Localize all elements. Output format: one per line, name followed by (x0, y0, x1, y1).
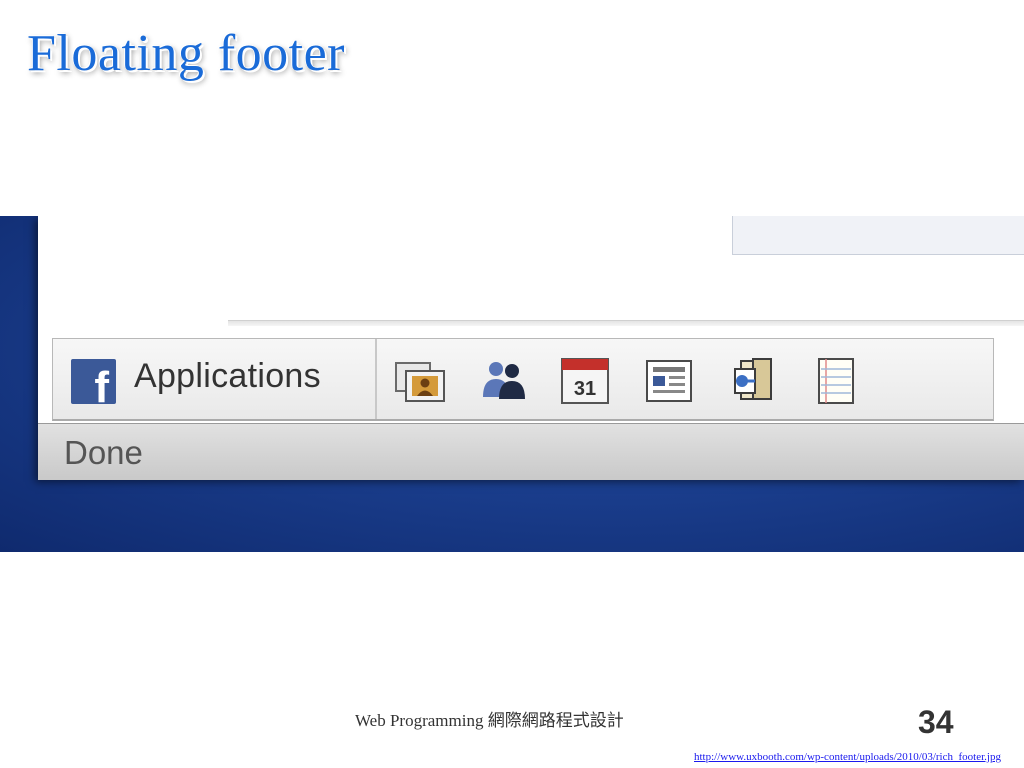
calendar-day: 31 (574, 378, 596, 400)
page-content-box (732, 216, 1024, 255)
notes-icon[interactable] (641, 355, 695, 407)
browser-status-bar: Done (38, 423, 1024, 480)
calendar-icon[interactable]: 31 (558, 355, 612, 407)
page-divider (228, 320, 1024, 326)
source-link[interactable]: http://www.uxbooth.com/wp-content/upload… (694, 751, 1001, 763)
page-number: 34 (918, 704, 954, 740)
slide-title: Floating footer (27, 25, 346, 82)
facebook-logo-icon: f (71, 359, 116, 410)
slide-footer-text: Web Programming 網際網路程式設計 (355, 711, 624, 730)
links-icon[interactable] (725, 355, 779, 407)
footer-screenshot: f Applications 31 Done (0, 216, 1024, 552)
applications-label: Applications (134, 357, 321, 395)
notepad-icon[interactable] (809, 355, 863, 407)
facebook-footer-bar: f Applications 31 (52, 338, 994, 421)
applications-button[interactable]: f Applications (53, 339, 377, 419)
friends-icon[interactable] (477, 355, 531, 407)
photos-icon[interactable] (393, 355, 447, 407)
status-text: Done (64, 434, 143, 471)
